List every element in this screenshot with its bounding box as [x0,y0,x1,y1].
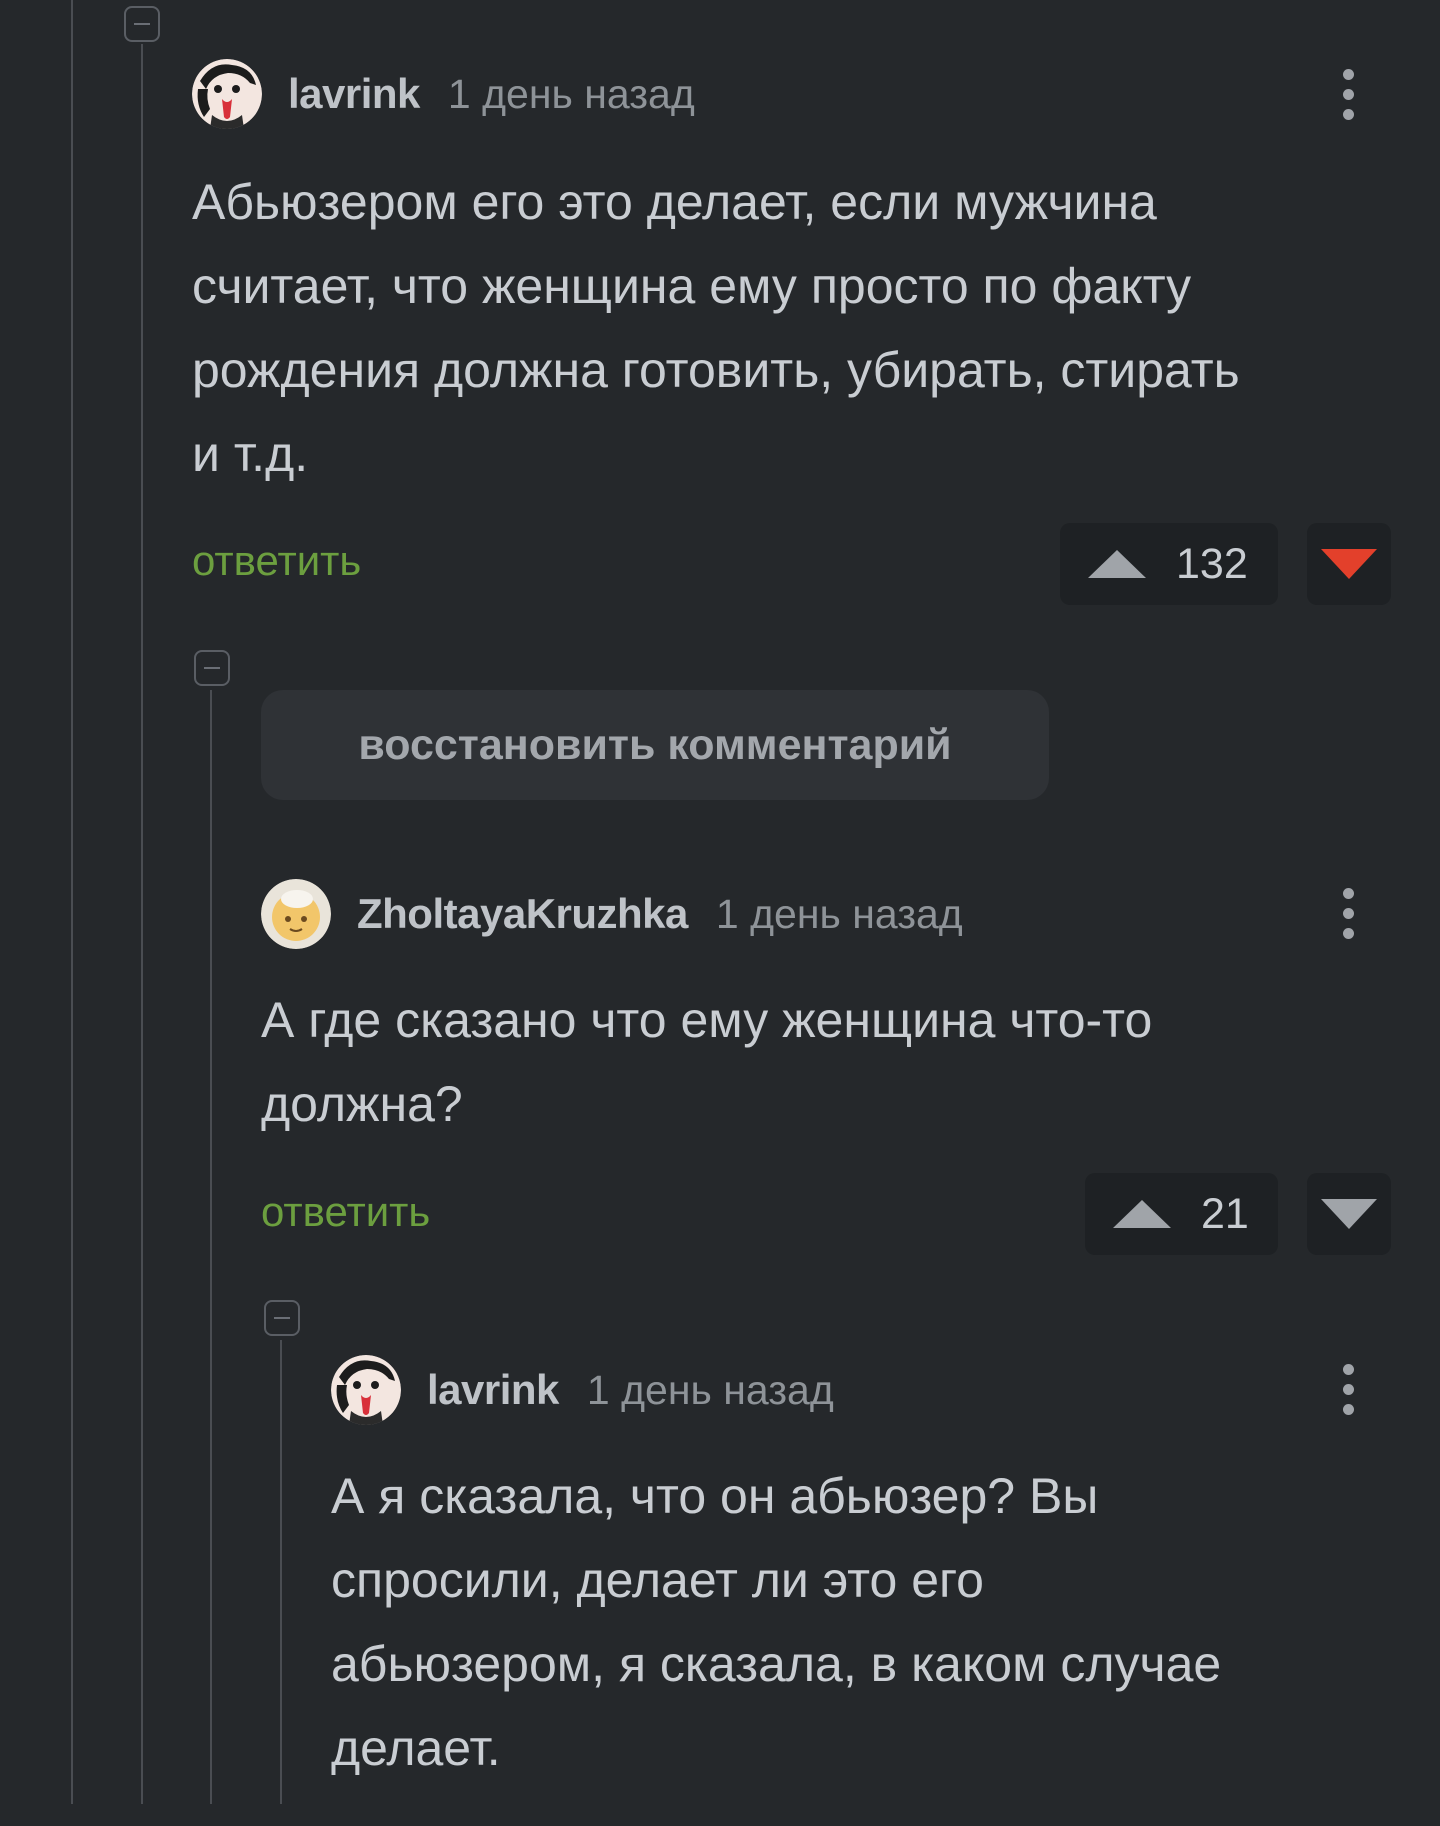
reply-link[interactable]: ответить [192,537,361,585]
reply-link[interactable]: ответить [261,1188,430,1236]
user-avatar[interactable] [331,1355,401,1425]
collapse-thread-button[interactable] [124,6,160,42]
downvote-arrow-icon [1321,1199,1377,1229]
comment-body: А где сказано что ему женщина что-то дол… [261,992,1153,1132]
comment-header: ZholtayaKruzhka 1 день назад [261,878,963,950]
comment-author[interactable]: lavrink [427,1366,559,1414]
thread-line-level-0 [71,0,73,1804]
comment-author[interactable]: ZholtayaKruzhka [357,890,688,938]
comment-body: Абьюзером его это делает, если мужчина с… [192,174,1240,482]
upvote-box: 132 [1060,523,1278,605]
upvote-arrow-icon[interactable] [1088,550,1146,578]
downvote-button[interactable] [1307,1173,1391,1255]
comment-header: lavrink 1 день назад [192,58,695,130]
downvote-button[interactable] [1307,523,1391,605]
upvote-box: 21 [1085,1173,1278,1255]
thread-line-level-3 [280,1340,282,1804]
anime-character-avatar-icon [331,1355,401,1425]
collapse-thread-button[interactable] [264,1300,300,1336]
user-avatar[interactable] [192,59,262,129]
comments-page: lavrink 1 день назад Абьюзером его это д… [0,0,1440,1826]
more-options-icon[interactable] [1338,65,1358,125]
user-avatar[interactable] [261,879,331,949]
collapse-thread-button[interactable] [194,650,230,686]
more-options-icon[interactable] [1338,1360,1358,1420]
comment-timestamp: 1 день назад [715,890,963,937]
more-options-icon[interactable] [1338,884,1358,944]
thread-line-level-2 [210,690,212,1804]
downvote-arrow-icon [1321,549,1377,579]
anime-character-avatar-icon [192,59,262,129]
comment-author[interactable]: lavrink [288,70,420,118]
comment-header: lavrink 1 день назад [331,1354,834,1426]
rating-count: 21 [1201,1189,1249,1238]
restore-comment-button[interactable]: восстановить комментарий [261,690,1049,800]
yellow-round-avatar-icon [261,879,331,949]
thread-line-level-1 [141,44,143,1804]
comment-timestamp: 1 день назад [586,1366,834,1413]
comment-body: А я сказала, что он абьюзер? Вы спросили… [331,1468,1222,1776]
rating-count: 132 [1176,539,1248,588]
upvote-arrow-icon[interactable] [1113,1200,1171,1228]
comment-timestamp: 1 день назад [447,70,695,117]
